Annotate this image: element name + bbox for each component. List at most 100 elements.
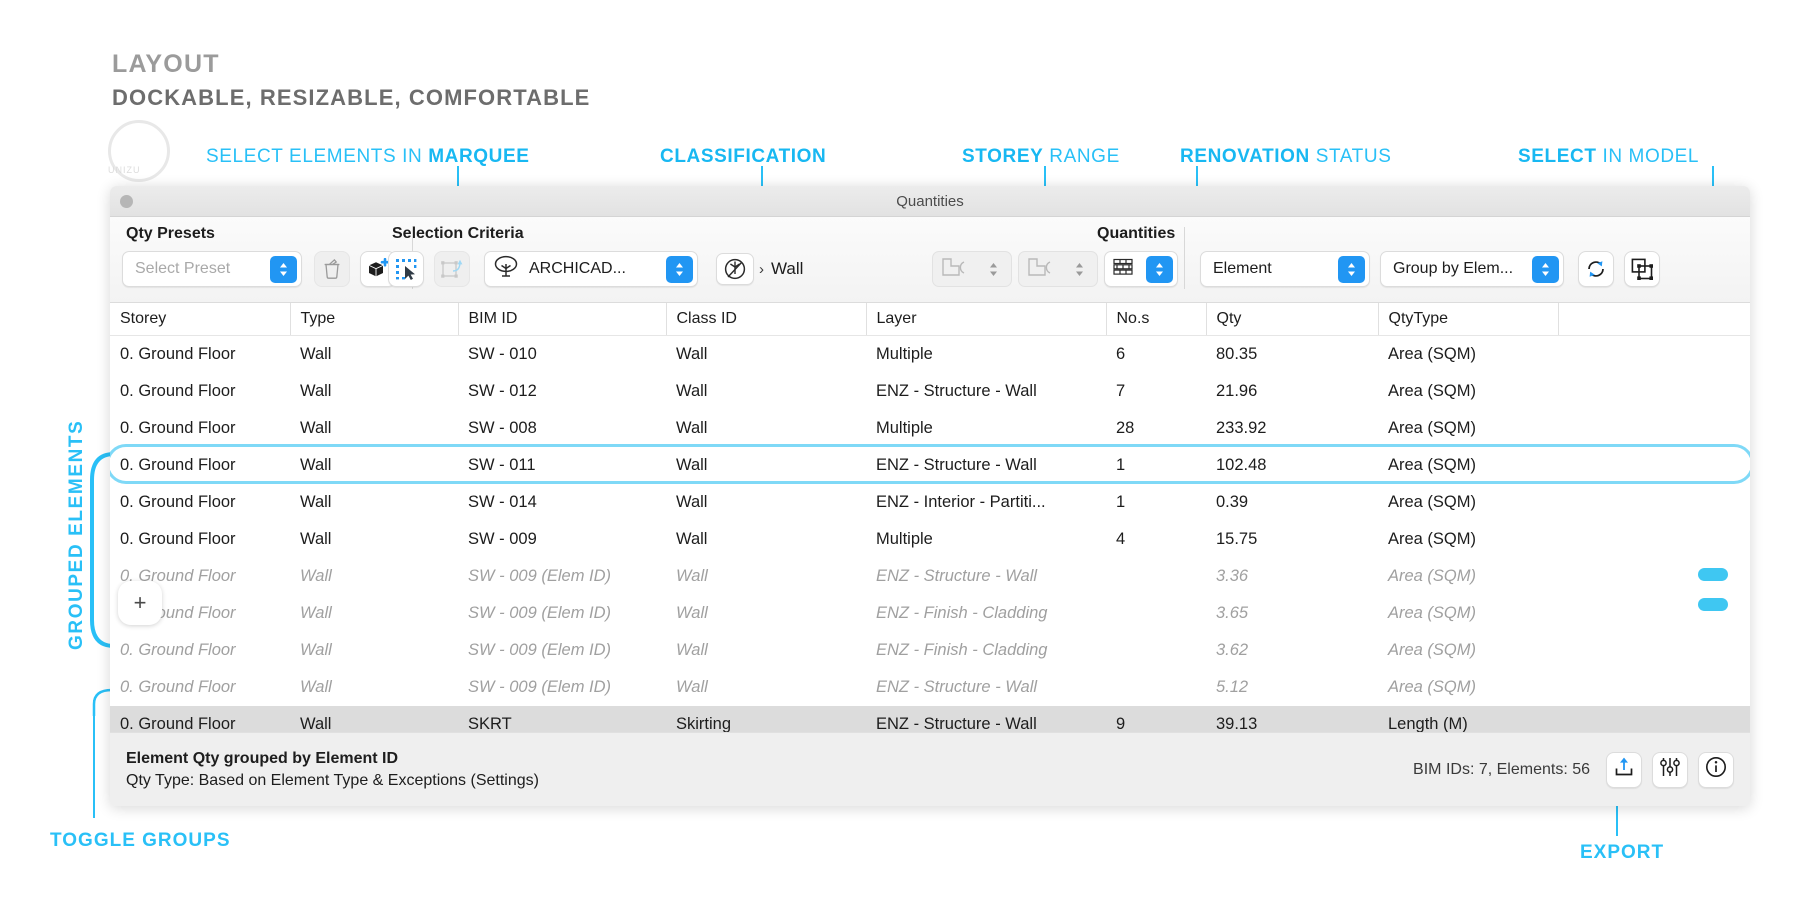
table-cell-bim-id: SW - 009 (Elem ID): [458, 669, 666, 706]
storey-from-select[interactable]: [932, 251, 1012, 287]
table-cell-qtytype: Area (SQM): [1378, 632, 1558, 669]
table-cell-type: Wall: [290, 632, 458, 669]
table-cell-spacer: [1558, 484, 1750, 521]
table-cell-layer: ENZ - Structure - Wall: [866, 373, 1106, 410]
column-header-qtytype[interactable]: QtyType: [1378, 303, 1558, 336]
table-cell-storey: 0. Ground Floor: [110, 521, 290, 558]
table-cell-no-s: [1106, 669, 1206, 706]
table-cell-spacer: [1558, 521, 1750, 558]
watermark-logo-caption: UNIZU: [108, 165, 141, 175]
refresh-button[interactable]: [1578, 251, 1614, 287]
marquee-select-icon[interactable]: [388, 251, 424, 287]
table-row[interactable]: 0. Ground FloorWallSW - 011WallENZ - Str…: [110, 447, 1750, 484]
table-cell-spacer: [1558, 632, 1750, 669]
marquee-select-button[interactable]: [388, 251, 424, 287]
trash-icon[interactable]: [314, 251, 350, 287]
table-cell-spacer: [1558, 336, 1750, 374]
preset-select-wrap[interactable]: Select Preset: [122, 251, 302, 287]
table-row[interactable]: 0. Ground FloorWallSW - 010WallMultiple6…: [110, 336, 1750, 374]
callout-marquee-bold: MARQUEE: [428, 146, 529, 167]
table-cell-spacer: [1558, 447, 1750, 484]
table-cell-qty: 0.39: [1206, 484, 1378, 521]
table-row[interactable]: 0. Ground FloorWallSW - 014WallENZ - Int…: [110, 484, 1750, 521]
refresh-icon[interactable]: [1578, 251, 1614, 287]
info-icon: [1705, 756, 1727, 783]
select-in-model-button[interactable]: [1624, 251, 1660, 287]
classification-select[interactable]: ARCHICAD...: [484, 251, 698, 287]
classification-select-wrap[interactable]: ARCHICAD...: [484, 251, 698, 287]
quantity-mode-select[interactable]: Element: [1200, 251, 1370, 287]
table-cell-class-id: Wall: [666, 484, 866, 521]
sliders-icon: [1659, 756, 1681, 783]
chevron-updown-icon[interactable]: [270, 256, 297, 283]
page-title: LAYOUT: [112, 50, 220, 79]
table-cell-bim-id: SW - 009: [458, 521, 666, 558]
delete-preset-button[interactable]: [314, 251, 350, 287]
transform-icon[interactable]: [434, 251, 470, 287]
table-cell-qty: 102.48: [1206, 447, 1378, 484]
table-row[interactable]: 0. Ground FloorWallSW - 009 (Elem ID)Wal…: [110, 669, 1750, 706]
group-mode-select[interactable]: Group by Elem...: [1380, 251, 1564, 287]
storey-from-select-wrap[interactable]: [932, 251, 1012, 287]
table-cell-qtytype: Area (SQM): [1378, 595, 1558, 632]
footer-line-1: Element Qty grouped by Element ID: [126, 750, 539, 768]
chevron-updown-icon[interactable]: [1338, 256, 1365, 283]
renovation-select[interactable]: [1104, 251, 1178, 287]
renovation-select-wrap[interactable]: [1104, 251, 1178, 287]
transform-button[interactable]: [434, 251, 470, 287]
column-header-nos[interactable]: No.s: [1106, 303, 1206, 336]
classification-filter-button[interactable]: [716, 253, 754, 285]
table-row[interactable]: 0. Ground FloorWallSW - 012WallENZ - Str…: [110, 373, 1750, 410]
select-in-model-icon[interactable]: [1624, 251, 1660, 287]
table-cell-bim-id: SW - 011: [458, 447, 666, 484]
class-filter-group[interactable]: › Wall: [716, 251, 803, 287]
table-cell-qty: 3.36: [1206, 558, 1378, 595]
callout-renovation-status: RENOVATION STATUS: [1180, 146, 1391, 168]
table-row[interactable]: 0. Ground FloorWallSW - 009 (Elem ID)Wal…: [110, 595, 1750, 632]
export-button[interactable]: [1606, 752, 1642, 788]
settings-button[interactable]: [1652, 752, 1688, 788]
footer-line-2: Qty Type: Based on Element Type & Except…: [126, 772, 539, 790]
classification-select-value: ARCHICAD...: [529, 260, 626, 278]
callout-toggle-groups: TOGGLE GROUPS: [50, 830, 231, 852]
table-cell-storey: 0. Ground Floor: [110, 373, 290, 410]
table-row[interactable]: 0. Ground FloorWallSW - 009 (Elem ID)Wal…: [110, 632, 1750, 669]
table-cell-storey: 0. Ground Floor: [110, 484, 290, 521]
chevron-updown-icon[interactable]: [1066, 256, 1093, 283]
callout-storey-plain: RANGE: [1043, 146, 1119, 167]
table-cell-qtytype: Area (SQM): [1378, 373, 1558, 410]
storey-to-select[interactable]: [1018, 251, 1098, 287]
table-cell-bim-id: SW - 010: [458, 336, 666, 374]
column-header-class-id[interactable]: Class ID: [666, 303, 866, 336]
table-cell-no-s: [1106, 595, 1206, 632]
table-row[interactable]: 0. Ground FloorWallSW - 008WallMultiple2…: [110, 410, 1750, 447]
group-mode-select-wrap[interactable]: Group by Elem...: [1380, 251, 1564, 287]
preset-select[interactable]: Select Preset: [122, 251, 302, 287]
storey-to-select-wrap[interactable]: [1018, 251, 1098, 287]
table-cell-storey: 0. Ground Floor: [110, 447, 290, 484]
footer-counts: BIM IDs: 7, Elements: 56: [1413, 761, 1590, 779]
table-cell-qty: 5.12: [1206, 669, 1378, 706]
column-header-storey[interactable]: Storey: [110, 303, 290, 336]
storey-from-icon: [941, 256, 971, 283]
table-cell-spacer: [1558, 669, 1750, 706]
table-row[interactable]: 0. Ground FloorWallSW - 009WallMultiple4…: [110, 521, 1750, 558]
callout-marquee-plain: SELECT ELEMENTS IN: [206, 146, 428, 167]
chevron-updown-icon[interactable]: [666, 256, 693, 283]
chevron-updown-icon[interactable]: [1146, 256, 1173, 283]
column-header-bim-id[interactable]: BIM ID: [458, 303, 666, 336]
table-row[interactable]: 0. Ground FloorWallSW - 009 (Elem ID)Wal…: [110, 558, 1750, 595]
column-header-layer[interactable]: Layer: [866, 303, 1106, 336]
table-cell-layer: ENZ - Finish - Cladding: [866, 595, 1106, 632]
window-close-button[interactable]: [120, 195, 133, 208]
table-cell-class-id: Wall: [666, 521, 866, 558]
info-button[interactable]: [1698, 752, 1734, 788]
quantity-mode-select-wrap[interactable]: Element: [1200, 251, 1370, 287]
column-header-type[interactable]: Type: [290, 303, 458, 336]
table-cell-qtytype: Area (SQM): [1378, 447, 1558, 484]
toggle-groups-button[interactable]: +: [118, 581, 162, 625]
chevron-updown-icon[interactable]: [980, 256, 1007, 283]
column-header-qty[interactable]: Qty: [1206, 303, 1378, 336]
callout-select-plain: IN MODEL: [1597, 146, 1700, 167]
chevron-updown-icon[interactable]: [1532, 256, 1559, 283]
